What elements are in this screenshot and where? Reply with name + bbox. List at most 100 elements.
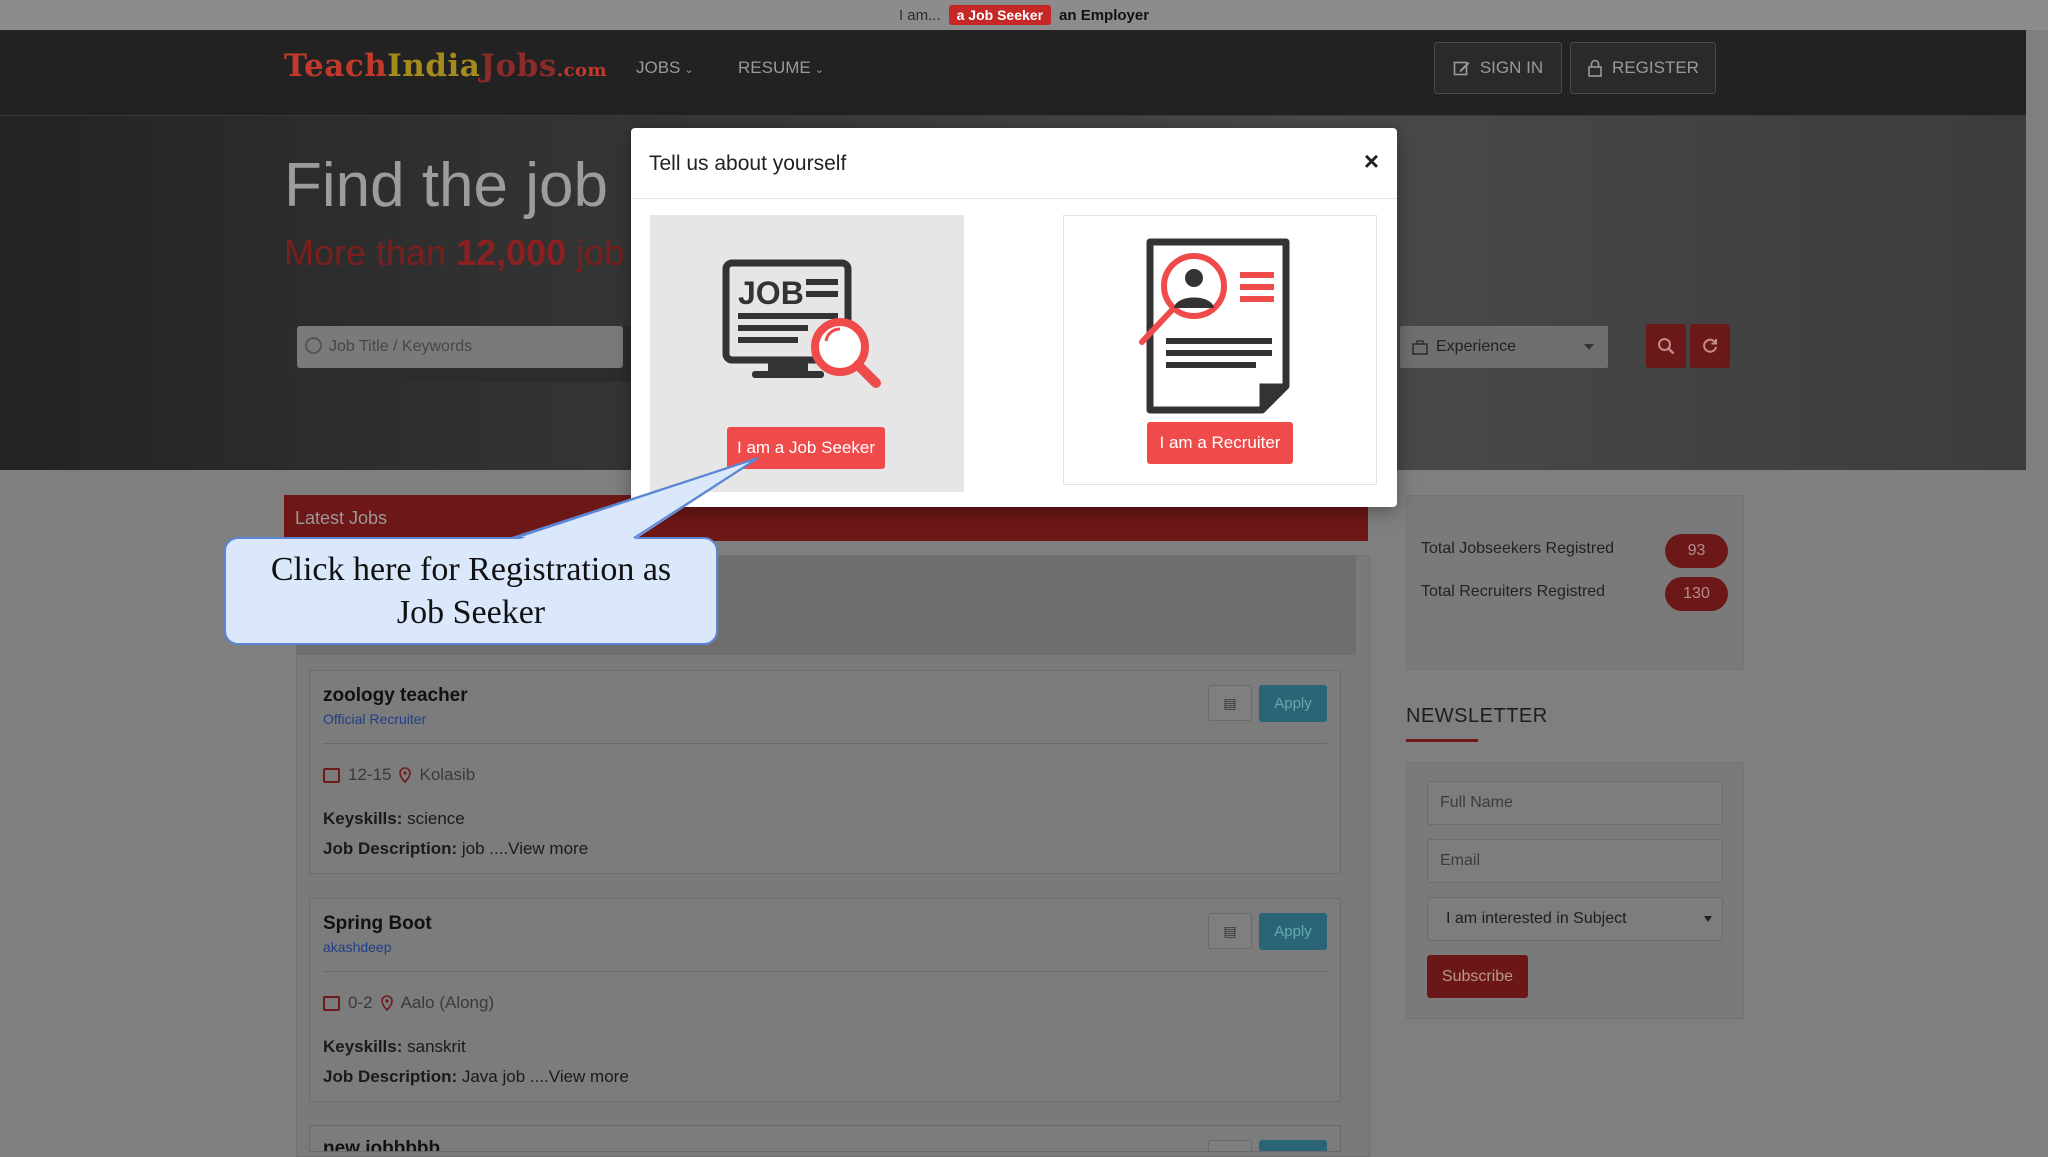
view-details-button[interactable] bbox=[1208, 1140, 1252, 1151]
job-meta: 12-15 Kolasib bbox=[323, 765, 475, 785]
briefcase-icon bbox=[323, 995, 340, 1011]
latest-jobs-title: Latest Jobs bbox=[295, 507, 388, 528]
caret-down-icon bbox=[1584, 344, 1594, 350]
briefcase-icon bbox=[323, 767, 340, 783]
keyskills-label: Keyskills: bbox=[323, 1037, 403, 1056]
job-description: Job Description: job ....View more bbox=[323, 839, 588, 859]
hero-subtitle-suffix: job bbox=[566, 232, 625, 273]
clock-icon bbox=[305, 337, 322, 354]
location-pin-icon bbox=[399, 767, 412, 783]
refresh-icon bbox=[1703, 338, 1717, 353]
job-search-monitor-icon: JOB bbox=[722, 259, 881, 388]
recruiter-option[interactable]: I am a Recruiter bbox=[1063, 215, 1377, 485]
job-location: Kolasib bbox=[419, 765, 476, 784]
email-field[interactable]: Email bbox=[1427, 839, 1723, 883]
divider bbox=[323, 971, 1327, 972]
hero-job-count: 12,000 bbox=[456, 232, 567, 273]
modal-divider bbox=[631, 198, 1397, 199]
recruiter-resume-icon bbox=[1139, 238, 1290, 414]
logo-suffix: .com bbox=[556, 60, 608, 81]
job-seeker-option[interactable]: JOB I am a Job Seeker bbox=[650, 215, 964, 492]
register-button[interactable]: REGISTER bbox=[1570, 42, 1716, 94]
user-type-modal: Tell us about yourself × JOB I am a Job … bbox=[631, 128, 1397, 507]
view-details-button[interactable]: ▤ bbox=[1208, 685, 1252, 721]
user-type-prefix: I am... bbox=[898, 6, 941, 24]
description-value: job .... bbox=[457, 839, 509, 858]
view-more-link[interactable]: View more bbox=[508, 839, 588, 858]
description-label: Job Description: bbox=[323, 1067, 458, 1086]
job-keyskills: Keyskills: sanskrit bbox=[323, 1037, 466, 1057]
site-logo[interactable]: TeachIndiaJobs.com bbox=[284, 48, 607, 84]
job-card: zoology teacher Official Recruiter ▤ App… bbox=[309, 670, 1341, 874]
subject-select[interactable]: I am interested in Subject bbox=[1427, 897, 1723, 941]
job-title[interactable]: new jobbbbb bbox=[323, 1138, 440, 1151]
registration-hint-callout: Click here for Registration as Job Seeke… bbox=[224, 537, 718, 645]
logo-teach: Teach bbox=[284, 48, 388, 84]
description-label: Job Description: bbox=[323, 839, 458, 858]
view-details-button[interactable]: ▤ bbox=[1208, 913, 1252, 949]
nav-jobs-label: JOBS bbox=[636, 58, 681, 77]
jobseekers-count-label: Total Jobseekers Registred bbox=[1421, 540, 1614, 557]
subject-selected: I am interested in Subject bbox=[1446, 910, 1627, 927]
chevron-down-icon: ⌄ bbox=[684, 64, 694, 76]
search-button[interactable] bbox=[1646, 324, 1686, 368]
experience-select[interactable]: Experience bbox=[1400, 326, 1608, 368]
job-meta: 0-2 Aalo (Along) bbox=[323, 993, 494, 1013]
job-card: Spring Boot akashdeep ▤ Apply 0-2 Aalo (… bbox=[309, 898, 1341, 1102]
location-pin-icon bbox=[380, 995, 393, 1011]
apply-button[interactable] bbox=[1259, 1140, 1327, 1151]
job-keyskills: Keyskills: science bbox=[323, 809, 465, 829]
apply-button[interactable]: Apply bbox=[1259, 685, 1327, 722]
newsletter-heading: NEWSLETTER bbox=[1406, 705, 1548, 727]
recruiter-button[interactable]: I am a Recruiter bbox=[1147, 422, 1293, 464]
sign-in-button[interactable]: SIGN IN bbox=[1434, 42, 1562, 94]
newsletter-underline bbox=[1406, 739, 1478, 742]
job-seeker-button[interactable]: I am a Job Seeker bbox=[727, 427, 885, 469]
description-value: Java job .... bbox=[457, 1067, 549, 1086]
nav-resume[interactable]: RESUME ⌄ bbox=[738, 58, 824, 78]
full-name-field[interactable]: Full Name bbox=[1427, 781, 1723, 825]
nav-jobs[interactable]: JOBS ⌄ bbox=[636, 58, 694, 78]
keyskills-label: Keyskills: bbox=[323, 809, 403, 828]
job-experience: 0-2 bbox=[348, 993, 373, 1012]
employer-toggle[interactable]: an Employer bbox=[1059, 7, 1149, 24]
keyword-search-input[interactable]: Job Title / Keywords bbox=[297, 326, 623, 368]
recruiters-count-badge: 130 bbox=[1665, 577, 1728, 611]
job-location: Aalo (Along) bbox=[400, 993, 495, 1012]
briefcase-icon bbox=[1412, 339, 1428, 355]
chevron-down-icon: ⌄ bbox=[814, 64, 824, 76]
job-company[interactable]: Official Recruiter bbox=[323, 711, 426, 727]
logo-india: India bbox=[387, 48, 481, 84]
email-placeholder: Email bbox=[1440, 852, 1481, 869]
sign-in-label: SIGN IN bbox=[1479, 58, 1544, 77]
user-type-bar: I am... a Job Seeker an Employer bbox=[0, 0, 2048, 30]
site-header: TeachIndiaJobs.com JOBS ⌄ RESUME ⌄ SIGN IN… bbox=[0, 30, 2026, 116]
job-experience: 12-15 bbox=[348, 765, 392, 784]
close-icon[interactable]: × bbox=[1364, 146, 1379, 177]
job-seeker-toggle[interactable]: a Job Seeker bbox=[948, 5, 1052, 25]
hero-title: Find the job bbox=[284, 151, 608, 220]
subscribe-button[interactable]: Subscribe bbox=[1427, 955, 1528, 998]
divider bbox=[323, 743, 1327, 744]
callout-text: Click here for Registration as Job Seeke… bbox=[270, 551, 672, 631]
hero-subtitle: More than 12,000 job bbox=[284, 232, 624, 274]
view-more-link[interactable]: View more bbox=[549, 1067, 629, 1086]
modal-title: Tell us about yourself bbox=[649, 152, 847, 175]
job-title[interactable]: zoology teacher bbox=[323, 685, 468, 707]
register-label: REGISTER bbox=[1612, 58, 1699, 77]
apply-button[interactable]: Apply bbox=[1259, 913, 1327, 950]
keyskills-value: sanskrit bbox=[402, 1037, 466, 1056]
reset-button[interactable] bbox=[1690, 324, 1730, 368]
id-card-icon: ▤ bbox=[1223, 922, 1237, 939]
nav-resume-label: RESUME bbox=[738, 58, 811, 77]
hero-subtitle-prefix: More than bbox=[284, 232, 457, 273]
job-company[interactable]: akashdeep bbox=[323, 939, 392, 955]
job-title[interactable]: Spring Boot bbox=[323, 913, 432, 935]
search-icon bbox=[1658, 338, 1675, 355]
keyskills-value: science bbox=[402, 809, 465, 828]
id-card-icon: ▤ bbox=[1223, 694, 1237, 711]
caret-down-icon bbox=[1704, 916, 1712, 922]
full-name-placeholder: Full Name bbox=[1440, 794, 1513, 811]
edit-icon bbox=[1453, 61, 1470, 76]
logo-jobs: Jobs bbox=[480, 48, 557, 84]
